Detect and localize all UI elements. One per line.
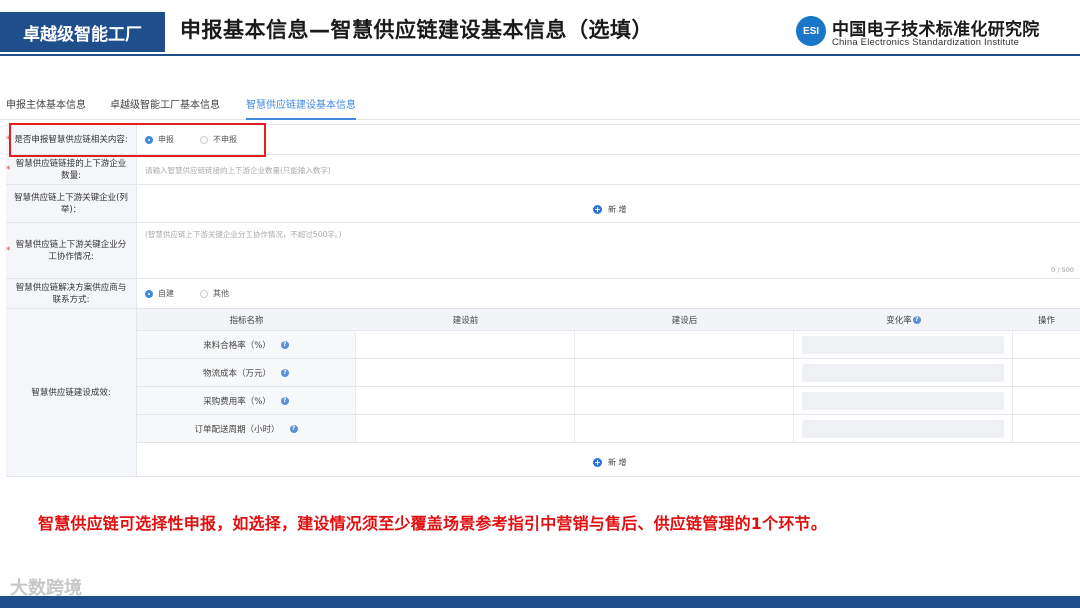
footer-bar xyxy=(0,596,1080,608)
logo-english-name: China Electronics Standardization Instit… xyxy=(832,37,1020,48)
help-icon[interactable]: ? xyxy=(289,424,298,433)
column-header: 建设前 xyxy=(356,309,575,331)
division-row: * 智慧供应链上下游关键企业分工协作情况: (智慧供应链上下游关键企业分工协作情… xyxy=(6,223,1080,279)
key-enterprises-label: 智慧供应链上下游关键企业(列举)： xyxy=(6,185,137,222)
metric-name-cell: 来料合格率（%） ? xyxy=(137,331,356,359)
add-metric-button[interactable]: + 新 增 xyxy=(593,457,627,468)
results-label: 智慧供应链建设成效: xyxy=(6,309,137,476)
after-input[interactable] xyxy=(575,359,794,387)
before-input[interactable] xyxy=(356,387,575,415)
before-input[interactable] xyxy=(356,331,575,359)
tab-applicant-info[interactable]: 申报主体基本信息 xyxy=(6,98,86,120)
radio-other[interactable]: 其他 xyxy=(200,288,229,299)
supply-chain-form: * 是否申报智慧供应链相关内容: 申报 不申报 * 智慧供应链链接的上下游企业数… xyxy=(6,124,1080,477)
column-header: 操作 xyxy=(1013,309,1080,331)
tab-supply-chain-info[interactable]: 智慧供应链建设基本信息 xyxy=(246,98,356,120)
after-input[interactable] xyxy=(575,331,794,359)
change-rate-cell xyxy=(794,331,1013,359)
plus-icon: + xyxy=(593,458,602,467)
header-divider xyxy=(0,54,1080,56)
section-badge: 卓越级智能工厂 xyxy=(0,12,165,52)
results-table: 指标名称 建设前 建设后 变化率 ? 操作 来料合格率（%） ? 物流成本（万元… xyxy=(137,309,1080,476)
institute-logo: ESI 中国电子技术标准化研究院 China Electronics Stand… xyxy=(796,16,1066,50)
upstream-count-input[interactable]: 请输入智慧供应链链接的上下游企业数量(只能输入数字) xyxy=(137,155,1080,184)
esi-logo-icon: ESI xyxy=(796,16,826,46)
metric-name-cell: 采购费用率（%） ? xyxy=(137,387,356,415)
upstream-count-row: * 智慧供应链链接的上下游企业数量: 请输入智慧供应链链接的上下游企业数量(只能… xyxy=(6,155,1080,185)
radio-unchecked-icon xyxy=(200,289,208,298)
char-counter: 0 / 500 xyxy=(1051,266,1074,274)
radio-checked-icon xyxy=(145,289,153,298)
page-title: 申报基本信息—智慧供应链建设基本信息（选填） xyxy=(180,18,653,42)
required-mark: * xyxy=(6,164,11,175)
after-input[interactable] xyxy=(575,387,794,415)
change-rate-cell xyxy=(794,359,1013,387)
division-label: * 智慧供应链上下游关键企业分工协作情况: xyxy=(6,223,137,278)
change-rate-box xyxy=(802,364,1004,382)
key-enterprises-row: 智慧供应链上下游关键企业(列举)： + 新 增 xyxy=(6,185,1080,223)
contact-field: 自建 其他 xyxy=(137,279,1080,308)
column-header-change-rate: 变化率 ? xyxy=(794,309,1013,331)
change-rate-box xyxy=(802,420,1004,438)
tab-factory-info[interactable]: 卓越级智能工厂基本信息 xyxy=(110,98,220,120)
metric-name-cell: 物流成本（万元） ? xyxy=(137,359,356,387)
plus-icon: + xyxy=(593,205,602,214)
help-icon[interactable]: ? xyxy=(280,396,289,405)
results-row: 智慧供应链建设成效: 指标名称 建设前 建设后 变化率 ? 操作 来料合格率（%… xyxy=(6,309,1080,477)
upstream-count-label: * 智慧供应链链接的上下游企业数量: xyxy=(6,155,137,184)
division-textarea[interactable]: (智慧供应链上下游关键企业分工协作情况，不超过500字。) 0 / 500 xyxy=(137,223,1080,278)
upstream-count-placeholder: 请输入智慧供应链链接的上下游企业数量(只能输入数字) xyxy=(145,166,331,175)
column-header: 建设后 xyxy=(575,309,794,331)
change-rate-cell xyxy=(794,415,1013,443)
radio-self-built[interactable]: 自建 xyxy=(145,288,174,299)
contact-radio-group: 自建 其他 xyxy=(145,279,255,308)
change-rate-box xyxy=(802,336,1004,354)
after-input[interactable] xyxy=(575,415,794,443)
key-enterprises-field: + 新 增 xyxy=(137,185,1080,222)
before-input[interactable] xyxy=(356,415,575,443)
contact-row: 智慧供应链解决方案供应商与联系方式: 自建 其他 xyxy=(6,279,1080,309)
division-placeholder: (智慧供应链上下游关键企业分工协作情况，不超过500字。) xyxy=(145,230,342,239)
declare-field: 申报 不申报 xyxy=(137,125,1080,154)
action-cell xyxy=(1013,415,1080,443)
action-cell xyxy=(1013,359,1080,387)
required-mark: * xyxy=(6,245,11,256)
help-icon[interactable]: ? xyxy=(912,315,921,324)
change-rate-cell xyxy=(794,387,1013,415)
action-cell xyxy=(1013,331,1080,359)
callout-highlight-box xyxy=(9,123,266,157)
column-header: 指标名称 xyxy=(137,309,356,331)
help-icon[interactable]: ? xyxy=(281,368,289,377)
before-input[interactable] xyxy=(356,359,575,387)
page-header: 卓越级智能工厂 申报基本信息—智慧供应链建设基本信息（选填） ESI 中国电子技… xyxy=(0,0,1080,58)
change-rate-box xyxy=(802,392,1004,410)
annotation-note: 智慧供应链可选择性申报，如选择，建设情况须至少覆盖场景参考指引中营销与售后、供应… xyxy=(38,514,827,533)
help-icon[interactable]: ? xyxy=(280,340,289,349)
metric-name-cell: 订单配送周期（小时） ? xyxy=(137,415,356,443)
action-cell xyxy=(1013,387,1080,415)
add-enterprise-button[interactable]: + 新 增 xyxy=(593,204,627,215)
contact-label: 智慧供应链解决方案供应商与联系方式: xyxy=(6,279,137,308)
tab-bar: 申报主体基本信息 卓越级智能工厂基本信息 智慧供应链建设基本信息 xyxy=(0,98,1080,120)
